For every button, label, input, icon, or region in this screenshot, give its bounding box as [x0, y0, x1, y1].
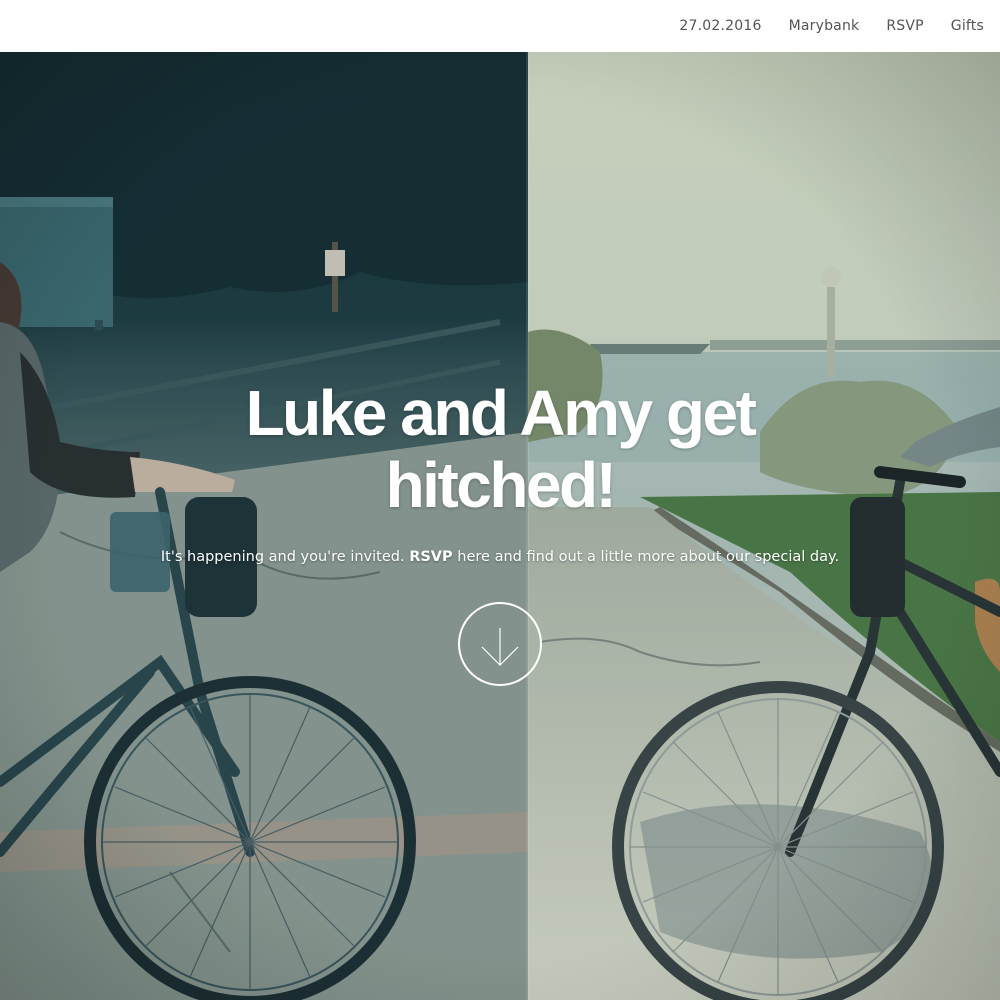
hero-subtitle-rsvp-link[interactable]: RSVP: [409, 549, 452, 565]
nav-item-gifts[interactable]: Gifts: [951, 18, 984, 34]
arrow-down-icon: [481, 628, 519, 666]
page: 27.02.2016 Marybank RSVP Gifts Luke and …: [0, 0, 1000, 1000]
nav-item-location[interactable]: Marybank: [789, 18, 860, 34]
hero-title: Luke and Amy get hitched!: [245, 377, 757, 521]
hero-subtitle-text-start: It's happening and you're invited.: [160, 549, 410, 565]
nav-item-rsvp[interactable]: RSVP: [886, 18, 923, 34]
hero-subtitle-text-end: here and find out a little more about ou…: [452, 549, 840, 565]
scroll-down-button[interactable]: [458, 602, 542, 686]
hero-subtitle: It's happening and you're invited. RSVP …: [0, 547, 1000, 567]
top-navbar: 27.02.2016 Marybank RSVP Gifts: [0, 0, 1000, 52]
nav-item-date[interactable]: 27.02.2016: [679, 18, 761, 34]
nav-links: 27.02.2016 Marybank RSVP Gifts: [679, 0, 984, 52]
hero-section: Luke and Amy get hitched! It's happening…: [0, 52, 1000, 1000]
hero-content: Luke and Amy get hitched! It's happening…: [0, 377, 1000, 567]
